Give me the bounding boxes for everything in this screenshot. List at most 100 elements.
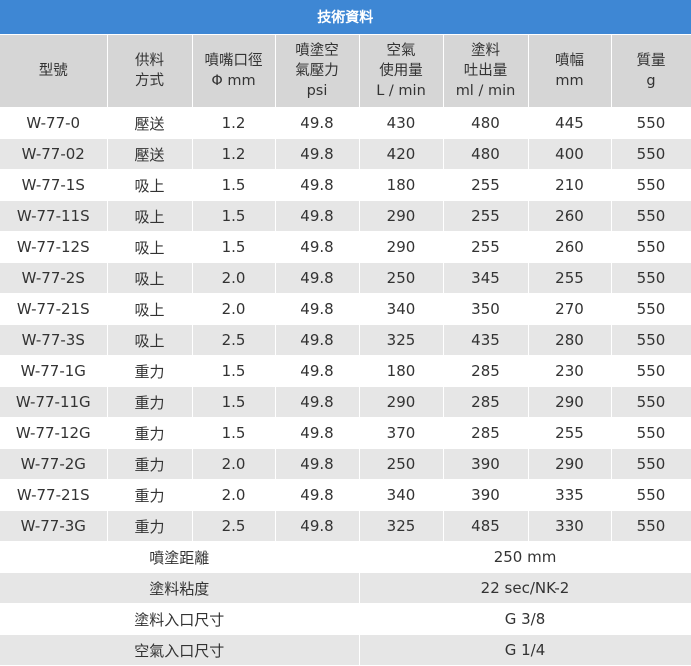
table-cell: 1.5 [192,169,276,201]
table-cell: 550 [611,479,691,511]
table-cell: 49.8 [275,169,360,201]
table-cell: 480 [443,107,529,139]
table-cell: 重力 [107,355,193,387]
table-row: W-77-11G 重力 1.5 49.8 290 285 290 550 [0,386,691,418]
table-cell: 吸上 [107,200,193,232]
table-row: W-77-1G 重力 1.5 49.8 180 285 230 550 [0,355,691,387]
table-cell: 345 [443,262,529,294]
table-cell: 550 [611,386,691,418]
table-cell: 2.5 [192,324,276,356]
table-cell: 1.5 [192,200,276,232]
table-cell: W-77-1G [0,355,108,387]
spec-footer-value: 22 sec/NK-2 [359,572,691,604]
table-cell: 49.8 [275,293,360,325]
column-header-line: g [646,73,656,89]
table-cell: 285 [443,355,529,387]
table-row: W-77-02 壓送 1.2 49.8 420 480 400 550 [0,138,691,170]
column-header-line: mm [555,73,584,89]
table-cell: W-77-11S [0,200,108,232]
table-cell: 49.8 [275,231,360,263]
table-cell: 壓送 [107,138,193,170]
table-cell: 1.5 [192,386,276,418]
table-cell: 420 [359,138,444,170]
table-cell: W-77-21S [0,293,108,325]
table-cell: 49.8 [275,386,360,418]
table-cell: 重力 [107,510,193,542]
table-cell: 550 [611,231,691,263]
table-row: W-77-0 壓送 1.2 49.8 430 480 445 550 [0,107,691,139]
table-cell: 325 [359,510,444,542]
table-cell: 壓送 [107,107,193,139]
table-cell: 390 [443,479,529,511]
spec-table: 技術資料 型號 供料 方式 噴嘴口徑 Φ mm 噴塗空 氣壓力 psi 空氣 使用量 L / min… [0,0,691,666]
spec-footer-label: 空氣入口尺寸 [0,634,360,666]
column-header-line: 方式 [135,73,164,89]
table-row: W-77-2G 重力 2.0 49.8 250 390 290 550 [0,448,691,480]
table-row: W-77-3S 吸上 2.5 49.8 325 435 280 550 [0,324,691,356]
table-cell: 230 [528,355,612,387]
spec-footer-row: 塗料粘度 22 sec/NK-2 [0,572,691,604]
column-header-line: 噴嘴口徑 [204,53,263,69]
column-header: 噴幅 mm [528,34,612,108]
table-cell: 550 [611,324,691,356]
column-header-line: Φ mm [211,73,256,89]
table-cell: 255 [528,417,612,449]
spec-footer-row: 空氣入口尺寸 G 1/4 [0,634,691,666]
table-cell: 49.8 [275,324,360,356]
table-row: W-77-3G 重力 2.5 49.8 325 485 330 550 [0,510,691,542]
table-row: W-77-12G 重力 1.5 49.8 370 285 255 550 [0,417,691,449]
table-cell: 280 [528,324,612,356]
column-header: 型號 [0,34,108,108]
table-cell: 2.0 [192,262,276,294]
table-cell: 250 [359,262,444,294]
title-row: 技術資料 [0,0,691,35]
column-header-line: 空氣 [386,43,416,59]
column-header-line: ml / min [455,83,516,99]
column-header-line: 型號 [38,63,68,79]
spec-footer-label: 塗料粘度 [0,572,360,604]
column-header: 噴嘴口徑 Φ mm [192,34,276,108]
spec-footer-value: 250 mm [359,541,691,573]
column-header-line: 供料 [135,53,164,69]
table-cell: 49.8 [275,479,360,511]
table-cell: 重力 [107,448,193,480]
column-header: 塗料 吐出量 ml / min [443,34,529,108]
table-cell: 550 [611,262,691,294]
table-row: W-77-1S 吸上 1.5 49.8 180 255 210 550 [0,169,691,201]
spec-table-body: 技術資料 型號 供料 方式 噴嘴口徑 Φ mm 噴塗空 氣壓力 psi 空氣 使用量 L / min… [0,0,691,666]
table-cell: 550 [611,200,691,232]
table-cell: 480 [443,138,529,170]
table-cell: W-77-12G [0,417,108,449]
table-cell: 350 [443,293,529,325]
table-title: 技術資料 [0,0,691,35]
table-cell: 485 [443,510,529,542]
table-cell: W-77-2S [0,262,108,294]
table-cell: 270 [528,293,612,325]
table-cell: 260 [528,231,612,263]
column-header-line: 噴塗空 [295,43,339,59]
table-cell: 445 [528,107,612,139]
column-header: 噴塗空 氣壓力 psi [275,34,360,108]
table-cell: 重力 [107,386,193,418]
table-cell: 550 [611,417,691,449]
table-cell: W-77-0 [0,107,108,139]
table-cell: 1.2 [192,138,276,170]
table-cell: W-77-3S [0,324,108,356]
table-cell: 250 [359,448,444,480]
table-cell: 330 [528,510,612,542]
table-cell: 550 [611,355,691,387]
table-cell: 1.5 [192,417,276,449]
table-cell: 吸上 [107,169,193,201]
table-cell: W-77-11G [0,386,108,418]
table-cell: 49.8 [275,107,360,139]
table-cell: 255 [528,262,612,294]
spec-footer-label: 塗料入口尺寸 [0,603,360,635]
table-cell: 285 [443,417,529,449]
table-cell: 260 [528,200,612,232]
spec-footer-label: 噴塗距離 [0,541,360,573]
table-cell: 550 [611,138,691,170]
table-cell: 49.8 [275,510,360,542]
table-cell: 340 [359,293,444,325]
table-cell: 340 [359,479,444,511]
table-cell: 550 [611,510,691,542]
